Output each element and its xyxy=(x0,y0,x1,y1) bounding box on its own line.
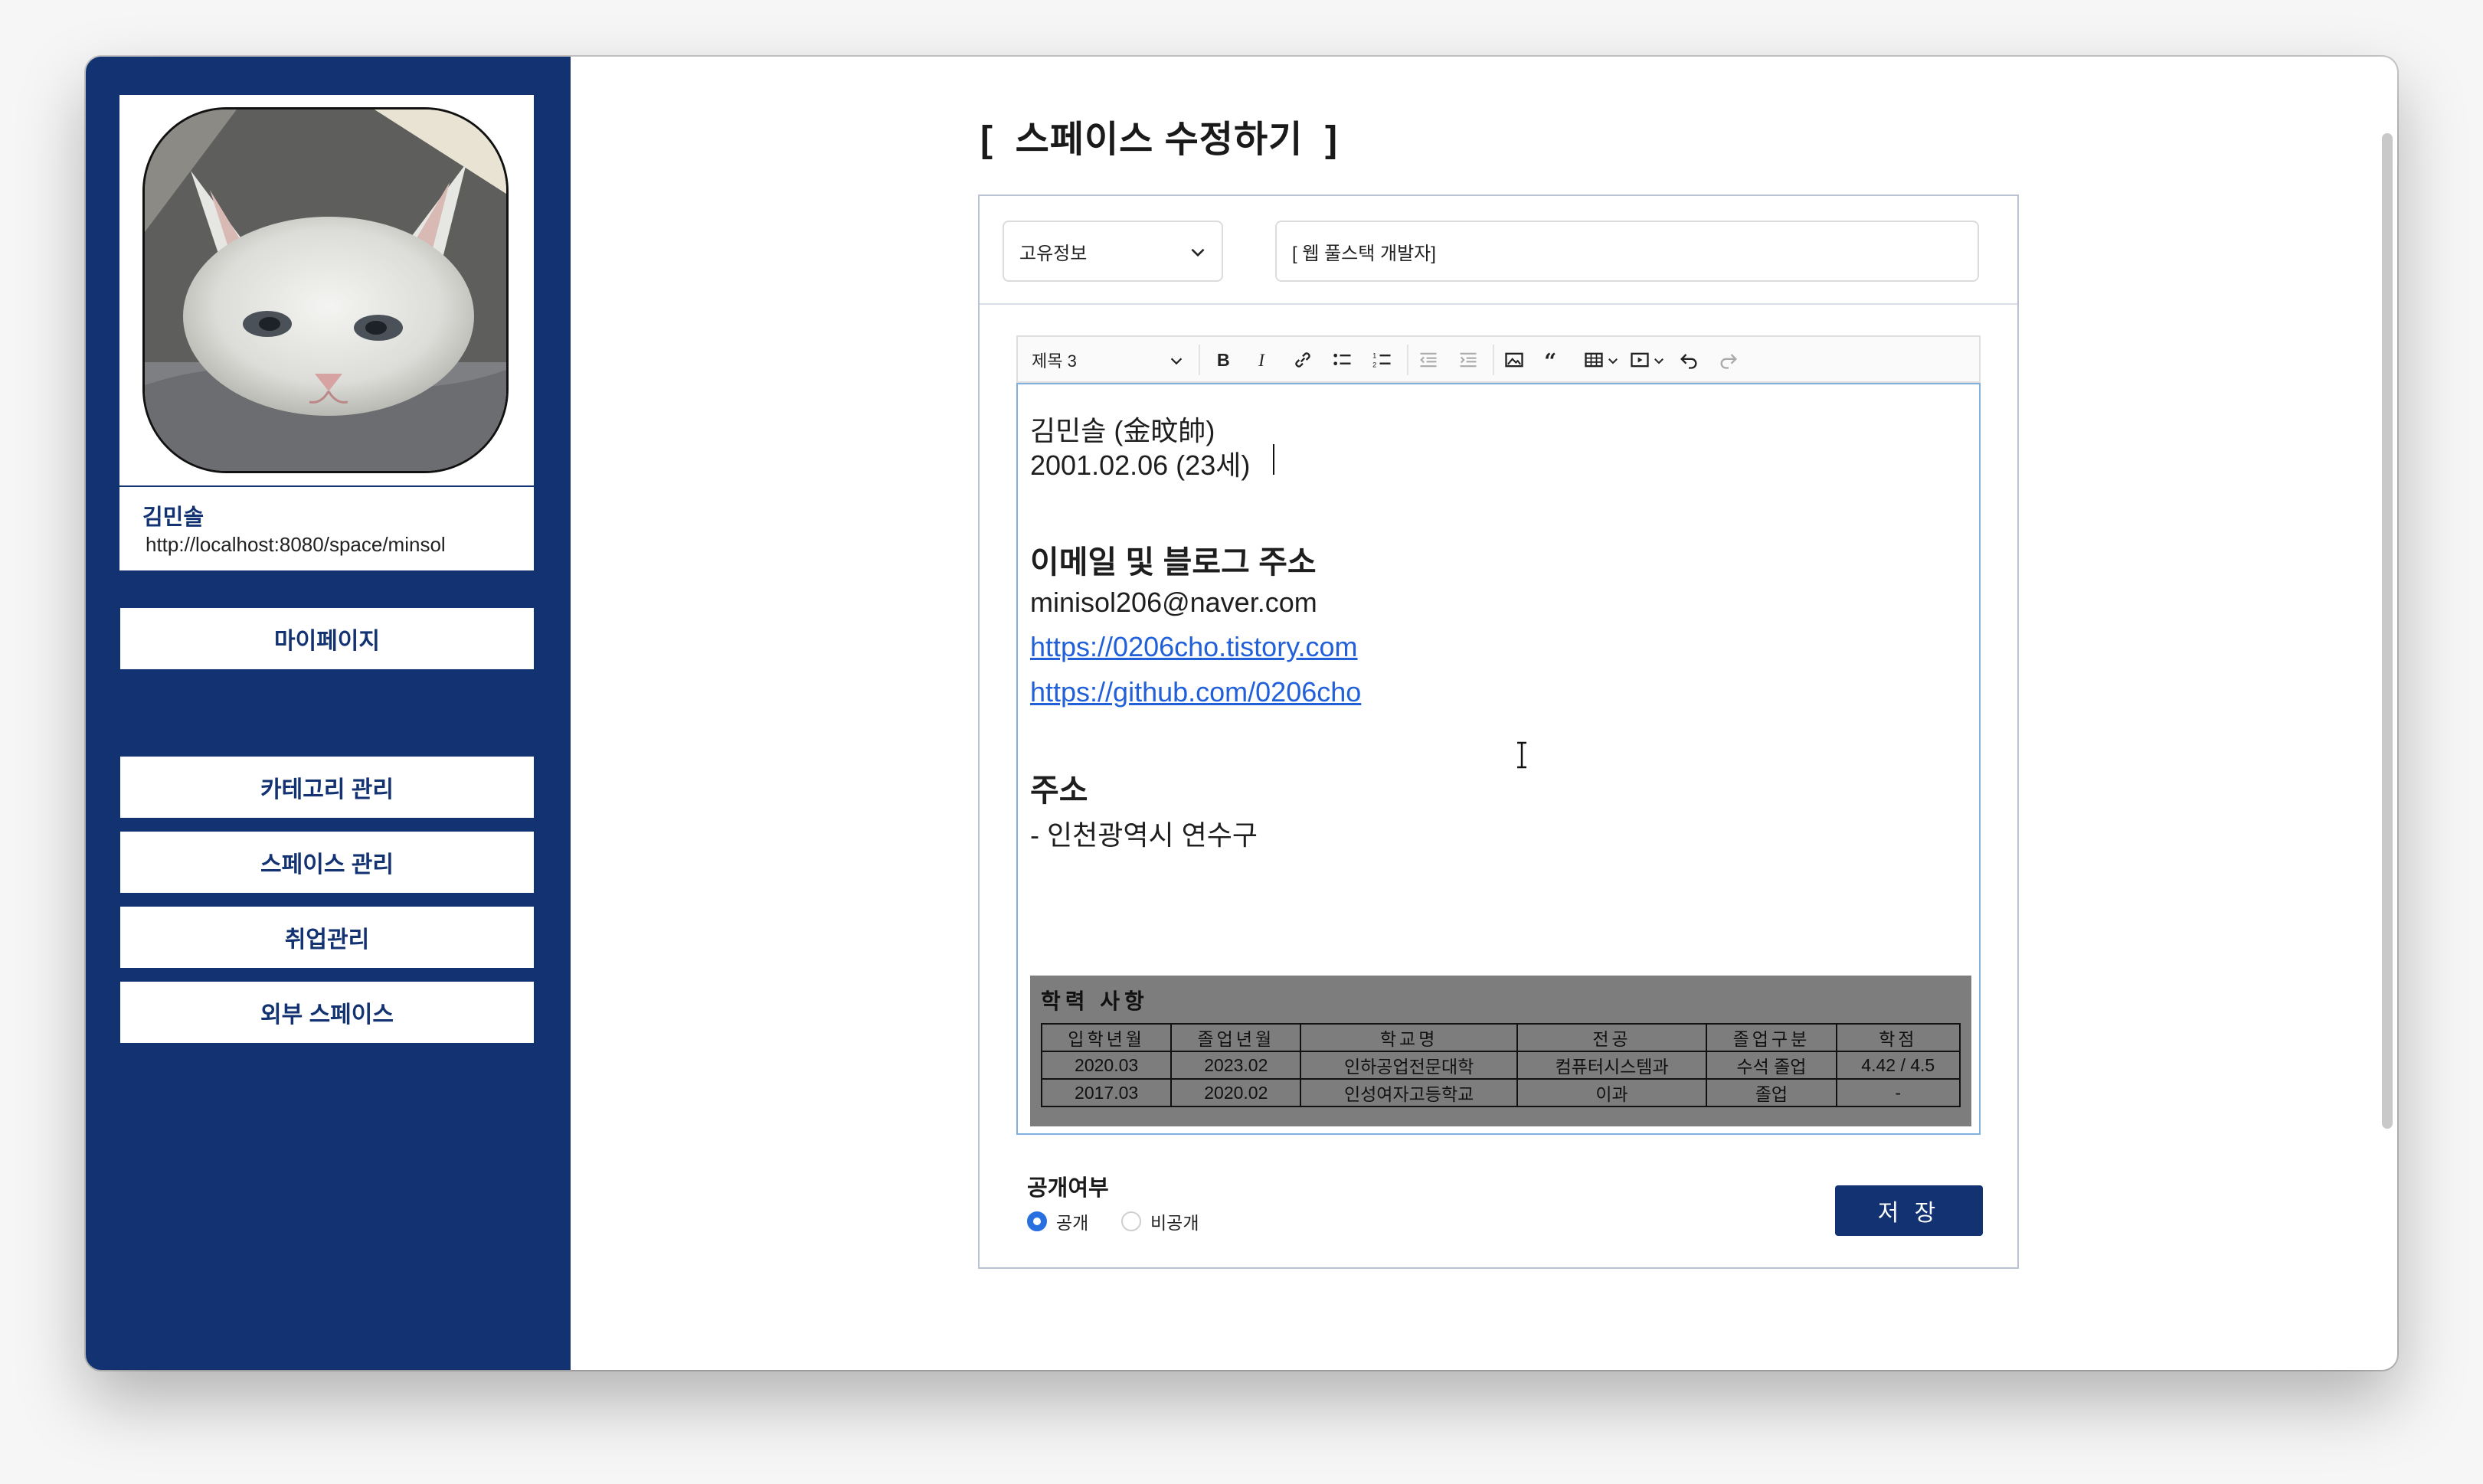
italic-icon[interactable]: I xyxy=(1249,346,1277,374)
chevron-down-icon[interactable] xyxy=(1168,352,1185,369)
education-table-image: 학력 사항 입학년월 졸업년월 학교명 전공 졸업구분 학점 2020.03 2… xyxy=(1030,976,1971,1126)
edu-cell: 이과 xyxy=(1516,1078,1708,1107)
text-caret xyxy=(1273,444,1274,475)
chevron-down-icon[interactable] xyxy=(1652,354,1666,368)
edu-header-cell: 전공 xyxy=(1516,1023,1708,1052)
edu-cell: 2017.03 xyxy=(1040,1078,1173,1107)
category-select-value: 고유정보 xyxy=(1019,243,1088,264)
edu-header-cell: 학점 xyxy=(1835,1023,1961,1052)
save-button[interactable]: 저 장 xyxy=(1835,1185,1983,1236)
visibility-public-radio[interactable]: 공개 xyxy=(1027,1208,1088,1234)
undo-icon[interactable] xyxy=(1675,346,1703,374)
edu-header-cell: 학교명 xyxy=(1300,1023,1518,1052)
edu-cell: 2020.03 xyxy=(1040,1051,1173,1080)
table-row: 2020.03 2023.02 인하공업전문대학 컴퓨터시스템과 수석 졸업 4… xyxy=(1040,1051,1961,1080)
blockquote-icon[interactable]: “ xyxy=(1540,346,1568,374)
svg-text:“: “ xyxy=(1544,349,1556,371)
visibility-private-radio[interactable]: 비공개 xyxy=(1121,1208,1199,1234)
toolbar-separator xyxy=(1407,345,1408,375)
text-cursor-icon xyxy=(1517,741,1526,769)
nav-job-button[interactable]: 취업관리 xyxy=(120,907,534,968)
edu-cell: 졸업 xyxy=(1706,1078,1837,1107)
profile-name: 김민솔 xyxy=(142,505,204,530)
visibility-label: 공개여부 xyxy=(1027,1176,1109,1201)
sidebar: 김민솔 http://localhost:8080/space/minsol 마… xyxy=(86,57,571,1370)
edu-cell: 4.42 / 4.5 xyxy=(1835,1051,1961,1080)
edu-cell: 컴퓨터시스템과 xyxy=(1516,1051,1708,1080)
bold-icon[interactable]: B xyxy=(1209,346,1237,374)
title-input[interactable] xyxy=(1275,221,1979,282)
table-row: 2017.03 2020.02 인성여자고등학교 이과 졸업 - xyxy=(1040,1078,1961,1107)
edu-cell: 2023.02 xyxy=(1170,1051,1302,1080)
edu-cell: 수석 졸업 xyxy=(1706,1051,1837,1080)
nav-space-button[interactable]: 스페이스 관리 xyxy=(120,832,534,893)
edu-cell: 인하공업전문대학 xyxy=(1300,1051,1518,1080)
table-icon[interactable] xyxy=(1580,346,1608,374)
browser-window: 김민솔 http://localhost:8080/space/minsol 마… xyxy=(86,57,2397,1370)
profile-photo xyxy=(142,107,509,473)
edu-cell: 2020.02 xyxy=(1170,1078,1302,1107)
svg-text:B: B xyxy=(1217,350,1230,370)
address-heading: 주소 xyxy=(1030,773,1088,808)
cat-photo-image xyxy=(145,110,506,471)
link-icon[interactable] xyxy=(1289,346,1317,374)
toolbar-separator xyxy=(1199,345,1200,375)
image-icon[interactable] xyxy=(1500,346,1528,374)
svg-text:2: 2 xyxy=(1372,361,1376,368)
chevron-down-icon[interactable] xyxy=(1606,354,1620,368)
nav-external-space-button[interactable]: 외부 스페이스 xyxy=(120,982,534,1043)
edit-space-form: 고유정보 제목 3 B I xyxy=(978,194,2019,1269)
page-title: [ 스페이스 수정하기 ] xyxy=(980,119,1338,160)
nav-category-button[interactable]: 카테고리 관리 xyxy=(120,757,534,818)
edu-cell: 인성여자고등학교 xyxy=(1300,1078,1518,1107)
svg-text:I: I xyxy=(1258,351,1265,371)
category-select[interactable]: 고유정보 xyxy=(1003,221,1223,282)
edu-cell: - xyxy=(1835,1078,1961,1107)
redo-icon[interactable] xyxy=(1715,346,1742,374)
toolbar-separator xyxy=(1493,345,1494,375)
profile-url[interactable]: http://localhost:8080/space/minsol xyxy=(146,533,446,557)
svg-text:1: 1 xyxy=(1372,352,1376,360)
radio-unselected-icon[interactable] xyxy=(1121,1211,1141,1231)
address-text: - 인천광역시 연수구 xyxy=(1030,819,1258,851)
media-icon[interactable] xyxy=(1626,346,1654,374)
edu-header-cell: 입학년월 xyxy=(1040,1023,1173,1052)
edu-header-cell: 졸업구분 xyxy=(1706,1023,1837,1052)
form-divider xyxy=(980,303,2017,305)
birth-line: 2001.02.06 (23세) xyxy=(1030,449,1251,481)
profile-divider xyxy=(119,485,534,487)
heading-select[interactable]: 제목 3 xyxy=(1032,348,1077,372)
contact-heading: 이메일 및 블로그 주소 xyxy=(1030,544,1317,580)
education-table: 입학년월 졸업년월 학교명 전공 졸업구분 학점 2020.03 2023.02 xyxy=(1040,1023,1961,1107)
github-link[interactable]: https://github.com/0206cho xyxy=(1030,676,1361,708)
editor-content[interactable]: 김민솔 (金旼帥) 2001.02.06 (23세) 이메일 및 블로그 주소 … xyxy=(1016,383,1981,1135)
page-scrollbar[interactable] xyxy=(2382,133,2393,1129)
nav-mypage-button[interactable]: 마이페이지 xyxy=(120,608,534,669)
chevron-down-icon xyxy=(1191,248,1205,257)
bulleted-list-icon[interactable] xyxy=(1329,346,1356,374)
radio-selected-icon[interactable] xyxy=(1027,1211,1047,1231)
visibility-private-label: 비공개 xyxy=(1150,1213,1199,1233)
education-title: 학력 사항 xyxy=(1041,989,1149,1013)
email-text: minisol206@naver.com xyxy=(1030,587,1317,618)
profile-card: 김민솔 http://localhost:8080/space/minsol xyxy=(119,95,534,570)
blog-link[interactable]: https://0206cho.tistory.com xyxy=(1030,631,1358,663)
outdent-icon[interactable] xyxy=(1415,346,1442,374)
numbered-list-icon[interactable]: 12 xyxy=(1369,346,1396,374)
editor-toolbar: 제목 3 B I 12 “ xyxy=(1016,335,1981,383)
visibility-public-label: 공개 xyxy=(1056,1213,1089,1233)
edu-header-cell: 졸업년월 xyxy=(1170,1023,1302,1052)
indent-icon[interactable] xyxy=(1454,346,1482,374)
